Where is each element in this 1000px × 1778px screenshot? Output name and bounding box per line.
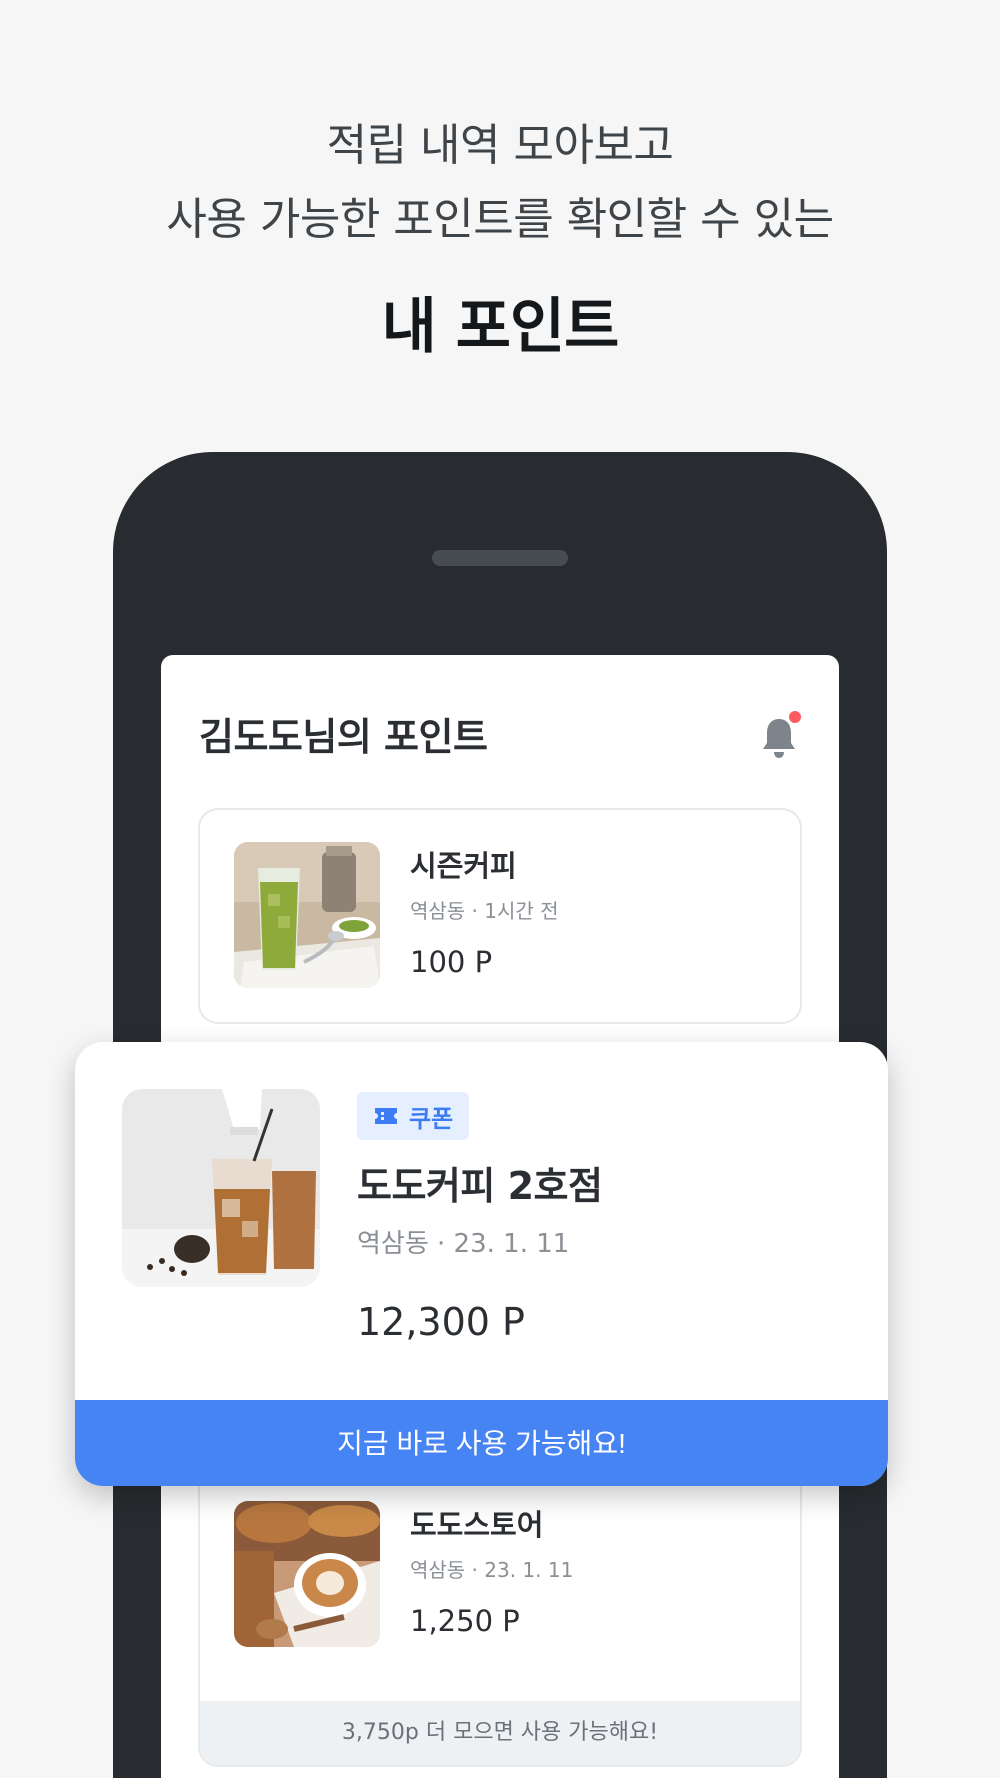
points-card-dodo-store[interactable]: 도도스토어 역삼동 · 23. 1. 11 1,250 P 3,750p 더 모… bbox=[198, 1467, 802, 1767]
phone-speaker bbox=[432, 550, 568, 566]
points-needed-notice: 3,750p 더 모으면 사용 가능해요! bbox=[200, 1701, 800, 1765]
store-name: 시즌커피 bbox=[410, 849, 517, 883]
store-meta: 역삼동 · 1시간 전 bbox=[410, 899, 559, 923]
coupon-badge: 쿠폰 bbox=[357, 1092, 470, 1140]
points-value: 100 P bbox=[410, 945, 493, 979]
headline-line-2: 사용 가능한 포인트를 확인할 수 있는 bbox=[166, 194, 834, 245]
notification-dot bbox=[789, 711, 801, 723]
ticket-icon bbox=[375, 1108, 397, 1124]
coupon-badge-label: 쿠폰 bbox=[409, 1104, 454, 1133]
latte-art-image bbox=[234, 1501, 380, 1647]
iced-coffee-image bbox=[122, 1089, 320, 1287]
headline-title: 내 포인트 bbox=[381, 292, 620, 362]
points-value: 1,250 P bbox=[410, 1604, 520, 1638]
store-name: 도도커피 2호점 bbox=[357, 1164, 603, 1208]
store-meta: 역삼동 · 23. 1. 11 bbox=[410, 1558, 574, 1582]
featured-points-card[interactable]: 쿠폰 도도커피 2호점 역삼동 · 23. 1. 11 12,300 P 지금 … bbox=[75, 1042, 888, 1486]
matcha-latte-image bbox=[234, 842, 380, 988]
promo-page: 적립 내역 모아보고 사용 가능한 포인트를 확인할 수 있는 내 포인트 김도… bbox=[0, 0, 1000, 1778]
store-name: 도도스토어 bbox=[410, 1508, 544, 1542]
headline-line-1: 적립 내역 모아보고 bbox=[326, 120, 674, 171]
points-value: 12,300 P bbox=[357, 1300, 525, 1344]
screen-title: 김도도님의 포인트 bbox=[199, 715, 488, 759]
points-card-season-coffee[interactable]: 시즌커피 역삼동 · 1시간 전 100 P bbox=[198, 808, 802, 1024]
use-now-button[interactable]: 지금 바로 사용 가능해요! bbox=[75, 1400, 888, 1486]
store-meta: 역삼동 · 23. 1. 11 bbox=[357, 1229, 570, 1259]
